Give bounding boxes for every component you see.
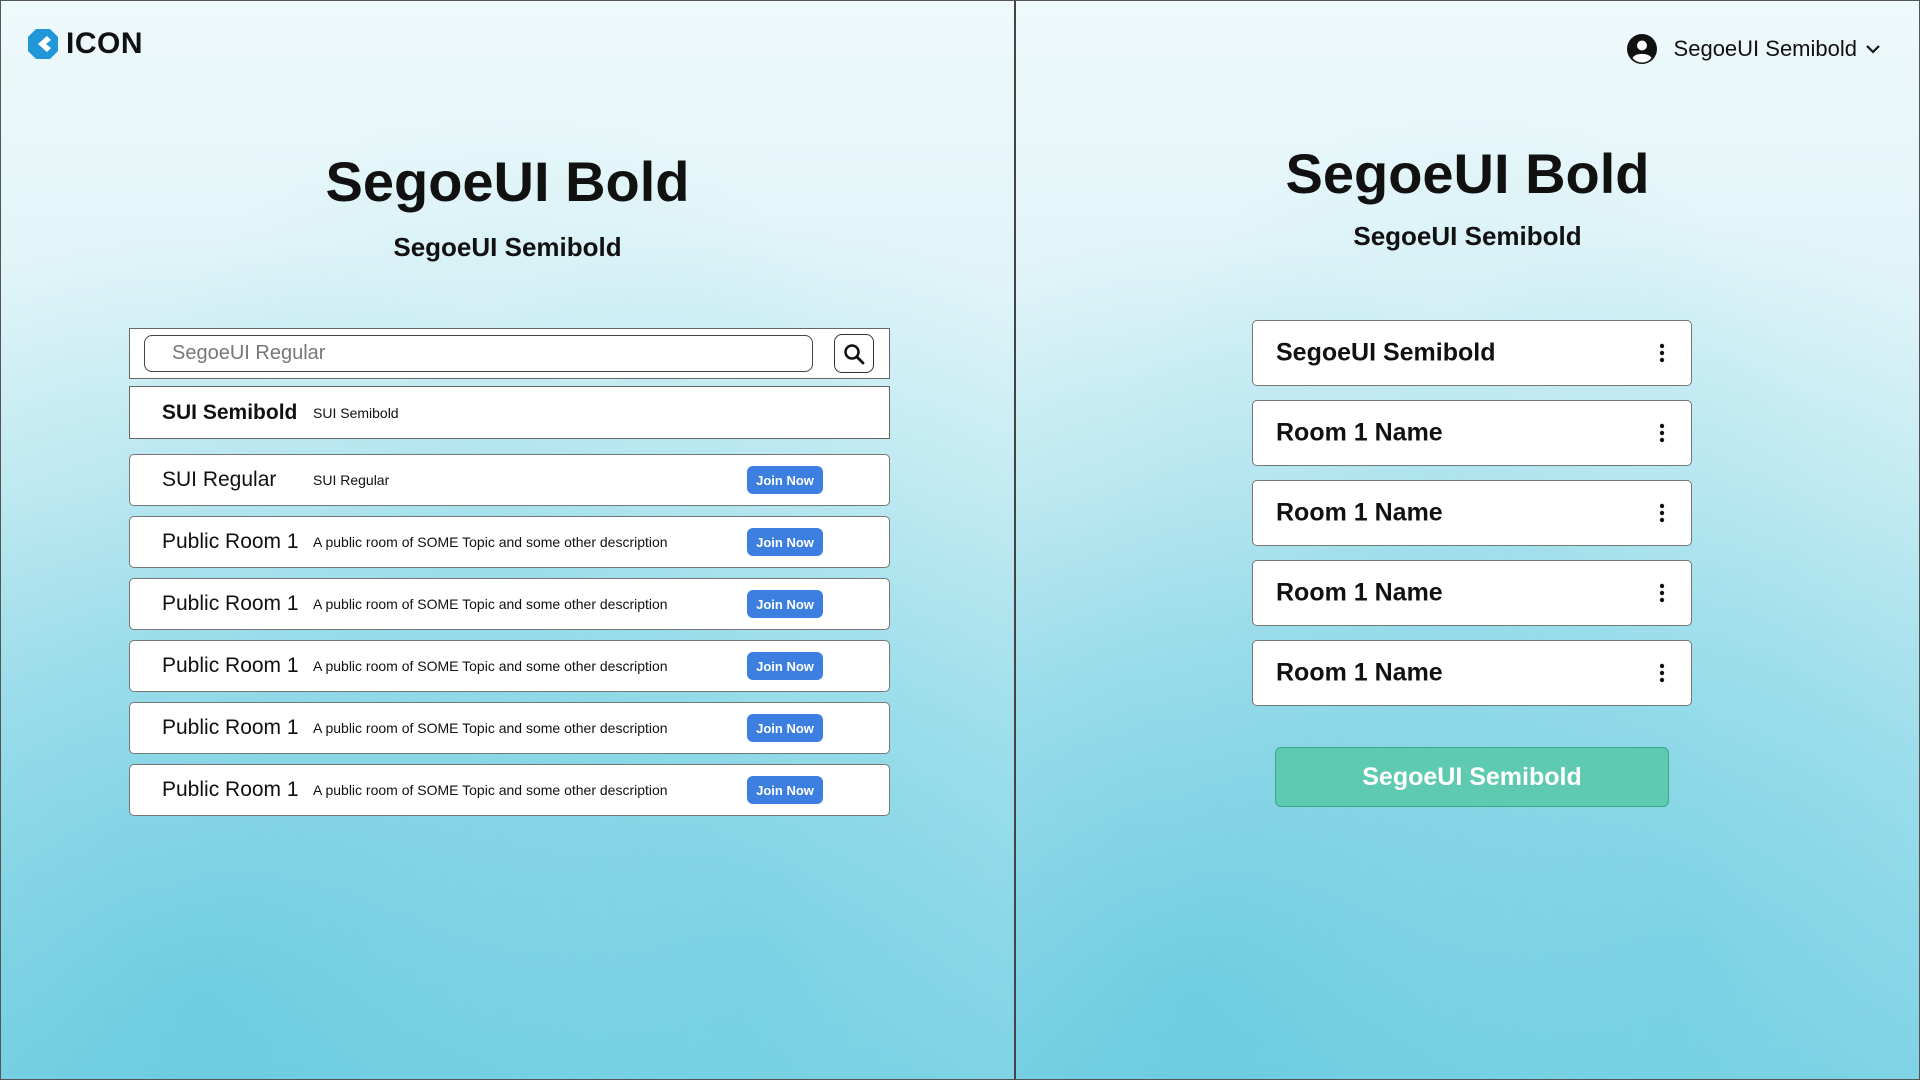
chevron-down-icon — [1866, 45, 1880, 54]
logo[interactable]: ICON — [26, 27, 143, 61]
join-now-button[interactable]: Join Now — [747, 652, 823, 680]
more-options-icon[interactable] — [1659, 583, 1665, 603]
more-options-icon[interactable] — [1659, 663, 1665, 683]
user-menu[interactable]: SegoeUI Semibold — [1626, 33, 1881, 65]
room-row[interactable]: Public Room 1 A public room of SOME Topi… — [129, 516, 890, 568]
logo-icon — [28, 29, 58, 59]
join-now-button[interactable]: Join Now — [747, 528, 823, 556]
page-title: SegoeUI Bold — [1285, 142, 1650, 205]
header-description: SUI Semibold — [313, 404, 399, 421]
my-room-item[interactable]: Room 1 Name — [1252, 400, 1692, 466]
room-row[interactable]: Public Room 1 A public room of SOME Topi… — [129, 702, 890, 754]
join-now-button[interactable]: Join Now — [747, 466, 823, 494]
search-bar — [129, 328, 890, 379]
room-name: Public Room 1 — [162, 654, 299, 677]
my-room-name: Room 1 Name — [1276, 578, 1443, 607]
room-description: A public room of SOME Topic and some oth… — [313, 596, 668, 612]
room-name: Public Room 1 — [162, 778, 299, 801]
room-description: SUI Regular — [313, 472, 390, 488]
page-title: SegoeUI Bold — [325, 150, 690, 213]
room-row[interactable]: SUI Regular SUI Regular Join Now — [129, 454, 890, 506]
user-circle-icon — [1626, 34, 1657, 64]
search-input[interactable] — [144, 335, 813, 372]
room-description: A public room of SOME Topic and some oth… — [313, 658, 668, 674]
room-description: A public room of SOME Topic and some oth… — [313, 720, 668, 736]
join-now-button[interactable]: Join Now — [747, 714, 823, 742]
left-panel: ICON SegoeUI Bold SegoeUI Semibold SUI S… — [0, 0, 1016, 1080]
my-room-item[interactable]: Room 1 Name — [1252, 480, 1692, 546]
room-name: Public Room 1 — [162, 592, 299, 615]
my-room-item[interactable]: SegoeUI Semibold — [1252, 320, 1692, 386]
table-header: SUI Semibold SUI Semibold — [129, 386, 890, 439]
room-description: A public room of SOME Topic and some oth… — [313, 782, 668, 798]
room-row[interactable]: Public Room 1 A public room of SOME Topi… — [129, 640, 890, 692]
my-room-item[interactable]: Room 1 Name — [1252, 640, 1692, 706]
my-room-name: SegoeUI Semibold — [1276, 338, 1496, 367]
join-now-button[interactable]: Join Now — [747, 776, 823, 804]
search-icon — [844, 343, 865, 364]
room-name: Public Room 1 — [162, 530, 299, 553]
page-subtitle: SegoeUI Semibold — [393, 232, 622, 262]
room-row[interactable]: Public Room 1 A public room of SOME Topi… — [129, 578, 890, 630]
more-options-icon[interactable] — [1659, 423, 1665, 443]
my-room-name: Room 1 Name — [1276, 418, 1443, 447]
my-room-name: Room 1 Name — [1276, 658, 1443, 687]
logo-text: ICON — [66, 27, 143, 60]
my-room-item[interactable]: Room 1 Name — [1252, 560, 1692, 626]
room-name: SUI Regular — [162, 468, 277, 491]
my-room-name: Room 1 Name — [1276, 498, 1443, 527]
create-room-button[interactable]: SegoeUI Semibold — [1275, 747, 1669, 807]
room-row[interactable]: Public Room 1 A public room of SOME Topi… — [129, 764, 890, 816]
room-name: Public Room 1 — [162, 716, 299, 739]
search-button[interactable] — [834, 334, 874, 373]
right-panel: SegoeUI Semibold SegoeUI Bold SegoeUI Se… — [1016, 0, 1920, 1080]
header-name: SUI Semibold — [162, 400, 298, 424]
room-description: A public room of SOME Topic and some oth… — [313, 534, 668, 550]
page-subtitle: SegoeUI Semibold — [1353, 221, 1582, 251]
more-options-icon[interactable] — [1659, 343, 1665, 363]
more-options-icon[interactable] — [1659, 503, 1665, 523]
user-name: SegoeUI Semibold — [1673, 36, 1857, 61]
join-now-button[interactable]: Join Now — [747, 590, 823, 618]
